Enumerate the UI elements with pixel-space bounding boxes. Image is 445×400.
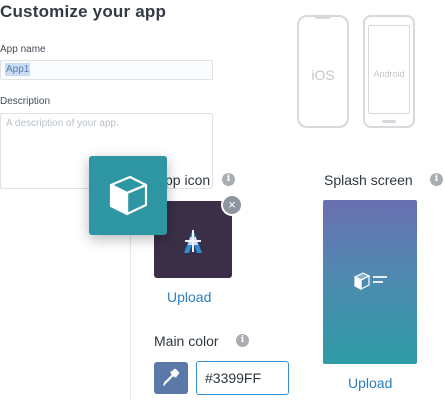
- cube-icon: [109, 175, 148, 216]
- info-icon[interactable]: i: [222, 173, 235, 186]
- upload-app-icon-link[interactable]: Upload: [167, 289, 211, 305]
- app-name-label: App name: [0, 44, 46, 55]
- app-name-value: App1: [5, 63, 31, 76]
- splash-logo-icon: [353, 272, 387, 290]
- main-color-input[interactable]: #3399FF: [196, 361, 289, 395]
- android-label: Android: [373, 69, 405, 79]
- info-icon[interactable]: i: [236, 334, 249, 347]
- eyedropper-icon: [163, 368, 180, 386]
- upload-splash-link[interactable]: Upload: [348, 375, 392, 391]
- description-placeholder: A description of your app.: [6, 118, 119, 129]
- app-icon-title: pp icon: [165, 172, 211, 188]
- dragged-icon-card[interactable]: [89, 156, 167, 235]
- phone-notch: [314, 15, 332, 19]
- info-icon[interactable]: i: [430, 173, 443, 186]
- description-label: Description: [0, 96, 51, 107]
- android-home-bar: [382, 120, 396, 123]
- main-color-title: Main color: [154, 333, 219, 349]
- page-title: Customize your app: [0, 2, 167, 21]
- ios-device-option[interactable]: iOS: [297, 15, 349, 128]
- remove-icon-button[interactable]: ×: [221, 194, 243, 216]
- android-device-option[interactable]: Android: [363, 15, 415, 128]
- splash-screen-preview: [323, 200, 417, 364]
- eyedropper-button[interactable]: [154, 362, 188, 394]
- app-name-input[interactable]: App1: [0, 60, 213, 80]
- splash-screen-title: Splash screen: [324, 172, 413, 188]
- ios-label: iOS: [311, 67, 335, 83]
